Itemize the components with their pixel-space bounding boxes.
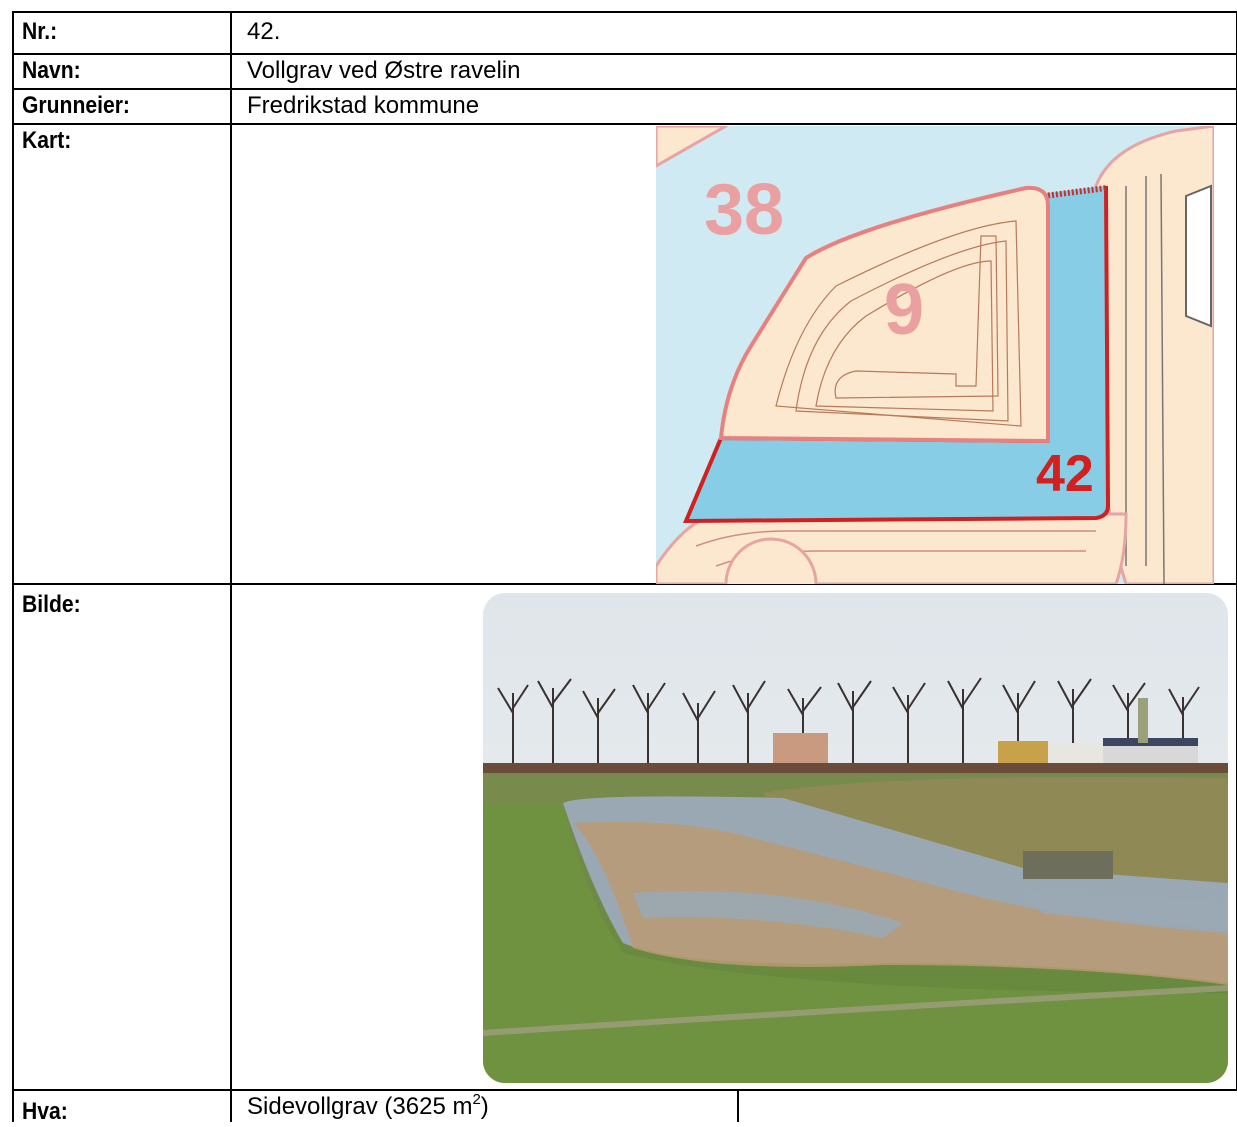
table-border-top bbox=[12, 11, 1237, 13]
hva-value: Sidevollgrav (3625 m2) bbox=[247, 1092, 489, 1122]
area-label-42: 42 bbox=[1036, 445, 1094, 503]
building-roof bbox=[1103, 738, 1198, 746]
site-photo-graphic bbox=[483, 593, 1228, 1083]
table-border-left bbox=[12, 11, 14, 1122]
row-divider bbox=[12, 1089, 1237, 1091]
grunneier-value: Fredrikstad kommune bbox=[247, 92, 480, 119]
row-divider bbox=[12, 123, 1237, 125]
site-photo bbox=[483, 593, 1228, 1083]
hva-label: Hva: bbox=[22, 1098, 68, 1125]
building-outline bbox=[1185, 184, 1212, 328]
area-label-38: 38 bbox=[704, 170, 784, 250]
nr-value: 42. bbox=[247, 18, 281, 45]
stone-wall bbox=[1023, 851, 1113, 879]
kart-label: Kart: bbox=[22, 127, 72, 154]
hva-value-text: Sidevollgrav (3625 m bbox=[247, 1093, 473, 1120]
navn-label: Navn: bbox=[22, 57, 81, 84]
area-map-graphic: 38 9 42 bbox=[656, 126, 1214, 584]
area-map: 38 9 42 bbox=[656, 126, 1214, 584]
navn-value: Vollgrav ved Østre ravelin bbox=[247, 57, 521, 84]
nr-label: Nr.: bbox=[22, 18, 58, 45]
column-divider-bottom bbox=[737, 1089, 739, 1122]
area-label-9: 9 bbox=[884, 270, 924, 350]
hva-value-suffix: ) bbox=[480, 1093, 489, 1120]
hva-value-superscript: 2 bbox=[472, 1091, 481, 1108]
row-divider bbox=[12, 88, 1237, 90]
grunneier-label: Grunneier: bbox=[22, 92, 130, 119]
tower bbox=[1138, 698, 1148, 743]
column-divider bbox=[230, 11, 232, 1122]
building bbox=[773, 733, 828, 768]
row-divider bbox=[12, 53, 1237, 55]
bilde-label: Bilde: bbox=[22, 591, 81, 618]
